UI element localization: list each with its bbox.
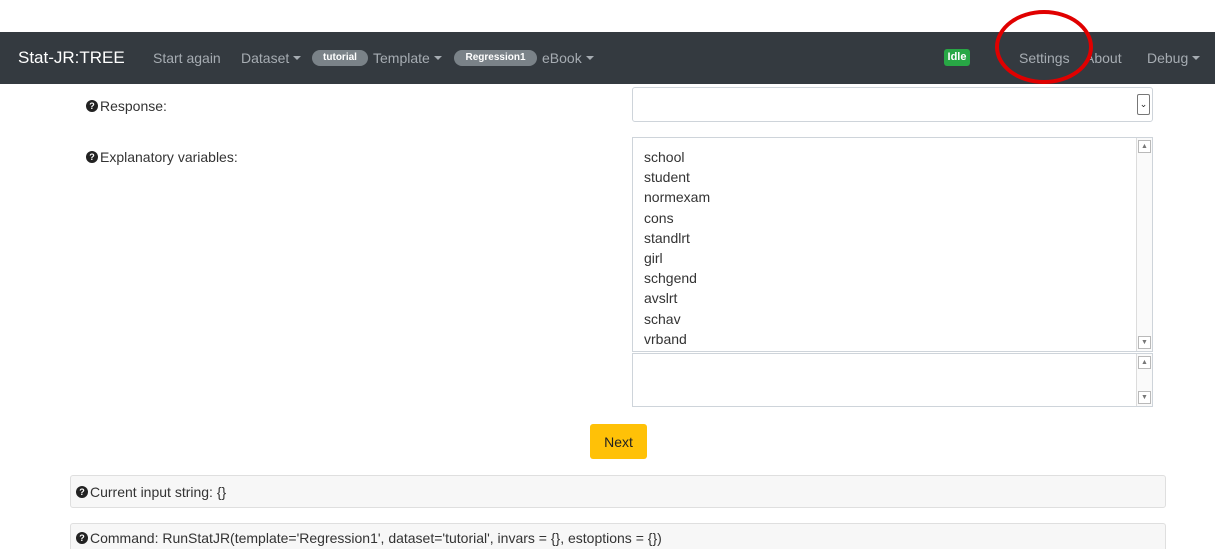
textarea-scrollbar[interactable]: ▲ ▼ xyxy=(1136,354,1152,406)
status-badge: Idle xyxy=(944,49,970,66)
template-menu-label: Template xyxy=(373,50,430,66)
explanatory-listbox[interactable]: school student normexam cons standlrt gi… xyxy=(632,137,1153,352)
command-panel: ? Command: RunStatJR(template='Regression… xyxy=(70,523,1166,549)
question-icon: ? xyxy=(76,532,88,544)
dataset-menu-label: Dataset xyxy=(241,50,290,66)
debug-menu[interactable]: Debug xyxy=(1147,50,1201,66)
input-string-text: Current input string: {} xyxy=(90,483,227,500)
template-menu[interactable]: Template xyxy=(373,50,442,66)
list-item[interactable]: school xyxy=(644,147,710,167)
scroll-up-icon[interactable]: ▲ xyxy=(1138,140,1151,153)
scroll-up-icon[interactable]: ▲ xyxy=(1138,356,1151,369)
explanatory-label: ? Explanatory variables: xyxy=(86,149,238,165)
settings-link[interactable]: Settings xyxy=(1019,50,1070,66)
response-label-text: Response: xyxy=(100,98,167,114)
navbar: Stat-JR:TREE Start again Dataset tutoria… xyxy=(0,32,1215,84)
template-badge: Regression1 xyxy=(454,50,537,66)
list-item[interactable]: cons xyxy=(644,208,710,228)
caret-down-icon xyxy=(585,56,594,60)
start-again-link[interactable]: Start again xyxy=(153,50,221,66)
question-icon: ? xyxy=(86,100,98,112)
list-item[interactable]: standlrt xyxy=(644,228,710,248)
response-label: ? Response: xyxy=(86,98,167,114)
list-item[interactable]: student xyxy=(644,167,710,187)
extra-textarea[interactable]: ▲ ▼ xyxy=(632,353,1153,407)
next-button[interactable]: Next xyxy=(590,424,647,459)
dataset-badge: tutorial xyxy=(312,50,368,66)
scroll-down-icon[interactable]: ▼ xyxy=(1138,336,1151,349)
command-text: Command: RunStatJR(template='Regression1… xyxy=(90,530,662,546)
list-item[interactable]: girl xyxy=(644,248,710,268)
ebook-menu-label: eBook xyxy=(542,50,582,66)
explanatory-label-text: Explanatory variables: xyxy=(100,149,238,165)
caret-down-icon xyxy=(433,56,442,60)
question-icon: ? xyxy=(76,485,88,498)
list-item[interactable]: vrband xyxy=(644,329,710,349)
caret-down-icon xyxy=(293,56,302,60)
listbox-scrollbar[interactable]: ▲ ▼ xyxy=(1136,138,1152,351)
input-string-panel: ? Current input string: {} xyxy=(70,475,1166,508)
debug-menu-label: Debug xyxy=(1147,50,1189,66)
caret-down-icon xyxy=(1192,56,1201,60)
list-item[interactable]: schav xyxy=(644,309,710,329)
scroll-down-icon[interactable]: ▼ xyxy=(1138,391,1151,404)
list-item[interactable]: avslrt xyxy=(644,288,710,308)
question-icon: ? xyxy=(86,151,98,163)
about-link[interactable]: About xyxy=(1085,50,1122,66)
brand-link[interactable]: Stat-JR:TREE xyxy=(18,48,125,68)
variable-list: school student normexam cons standlrt gi… xyxy=(644,147,710,349)
list-item[interactable]: schgend xyxy=(644,268,710,288)
list-item[interactable]: normexam xyxy=(644,187,710,207)
ebook-menu[interactable]: eBook xyxy=(542,50,594,66)
dataset-menu[interactable]: Dataset xyxy=(241,50,302,66)
response-select[interactable]: ⌄ xyxy=(632,87,1153,122)
chevron-down-icon[interactable]: ⌄ xyxy=(1137,94,1150,115)
